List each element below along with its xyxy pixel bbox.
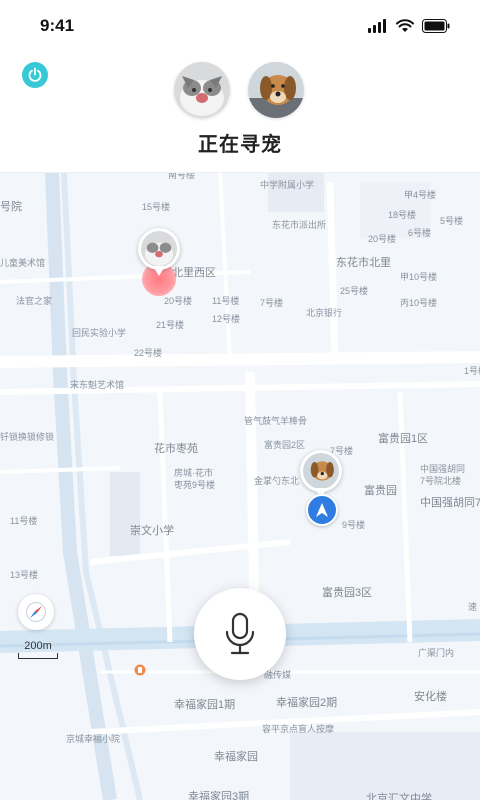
dog-pin[interactable]	[300, 450, 342, 500]
map-view[interactable]: 南号楼 中学附属小学 号院 15号楼 甲4号楼 18号楼 5号楼 东花市派出所 …	[0, 172, 480, 800]
map-label: 钎锁换锁修锁	[0, 432, 55, 442]
map-label: 12号楼	[212, 314, 241, 324]
map-label: 5号楼	[440, 216, 464, 226]
map-label: 7号院北楼	[420, 476, 462, 486]
map-label: 20号楼	[368, 234, 397, 244]
map-label: 管气鼓气羊棒骨	[244, 416, 308, 426]
map-label: 京城幸福小院	[66, 734, 121, 744]
map-label: 甲10号楼	[400, 272, 438, 282]
map-label: 幸福家园1期	[174, 699, 236, 711]
map-label: 丙10号楼	[400, 298, 438, 308]
dog-avatar[interactable]	[248, 62, 304, 118]
map-label: 富贵园1区	[378, 433, 429, 445]
cat-avatar[interactable]	[174, 62, 230, 118]
map-label: 中学附属小学	[260, 180, 315, 190]
cat-pin[interactable]	[138, 228, 180, 278]
map-label: 速	[468, 602, 478, 612]
map-label: 安化楼	[414, 691, 447, 703]
map-label: 7号楼	[260, 298, 284, 308]
map-label: 幸福家园	[214, 751, 258, 763]
dog-pin-avatar	[300, 450, 342, 492]
map-label: 南号楼	[168, 172, 196, 180]
cat-photo	[141, 231, 177, 267]
header: 正在寻宠	[0, 52, 480, 173]
power-button[interactable]	[22, 62, 48, 88]
map-label: 幸福家园2期	[276, 697, 338, 709]
page-title: 正在寻宠	[198, 134, 282, 156]
map-label: 9号楼	[342, 520, 366, 530]
map-label: 花市枣苑	[154, 443, 198, 455]
navigation-arrow-icon	[316, 503, 328, 517]
pet-avatars	[174, 62, 304, 118]
map-label: 13号楼	[10, 570, 39, 580]
map-label: 北京汇文中学	[366, 793, 432, 800]
map-label: 东花市派出所	[272, 220, 327, 230]
map-label: 中国强胡同7	[420, 497, 480, 509]
map-label: 枣苑9号楼	[174, 480, 216, 490]
map-label: 北京银行	[306, 308, 343, 318]
map-label: 22号楼	[134, 348, 163, 358]
map-label: 15号楼	[142, 202, 171, 212]
map-label: 6号楼	[408, 228, 432, 238]
map-label: 东花市北里	[336, 257, 391, 269]
map-label: 11号楼	[212, 296, 240, 306]
map-label: 容平京点盲人按摩	[262, 724, 335, 734]
my-location-marker	[306, 494, 338, 526]
status-time: 9:41	[40, 16, 75, 35]
poi-icon	[134, 664, 146, 676]
map-label: 宋东魁艺术馆	[70, 380, 125, 390]
dog-photo	[248, 62, 304, 118]
map-label: 1号楼	[464, 366, 480, 376]
map-label: 20号楼	[164, 296, 193, 306]
scale-bar	[18, 653, 58, 659]
signal-icon	[368, 19, 386, 33]
map-label: 甲4号楼	[404, 190, 437, 200]
map-label: 法官之家	[16, 296, 53, 306]
status-icons	[368, 16, 450, 36]
compass-icon	[26, 602, 46, 622]
map-label: 崇文小学	[130, 525, 174, 537]
wifi-icon	[396, 19, 414, 32]
map-label: 广渠门内	[418, 648, 455, 658]
map-label: 21号楼	[156, 320, 185, 330]
map-label: 11号楼	[10, 516, 38, 526]
map-label: 富贵园2区	[264, 440, 306, 450]
map-label: 号院	[0, 201, 22, 213]
dog-photo	[303, 453, 339, 489]
map-label: 回民实验小学	[72, 328, 127, 338]
cat-photo	[174, 62, 230, 118]
map-label: 18号楼	[388, 210, 417, 220]
map-base	[0, 172, 480, 800]
battery-icon	[422, 19, 450, 33]
map-scale: 200m	[18, 640, 58, 659]
scale-label: 200m	[24, 640, 52, 652]
map-label: 幸福家园3期	[188, 791, 250, 800]
cat-pin-avatar	[138, 228, 180, 270]
microphone-icon	[225, 612, 255, 655]
map-label: 富贵园	[364, 485, 397, 497]
power-icon	[28, 67, 42, 82]
map-label: 儿童美术馆	[0, 258, 46, 268]
map-label: 富贵园3区	[322, 587, 373, 599]
compass-button[interactable]	[18, 594, 54, 630]
voice-call-button[interactable]	[194, 588, 286, 680]
pin-tail	[153, 266, 165, 276]
map-label: 25号楼	[340, 286, 369, 296]
status-bar: 9:41	[0, 0, 480, 52]
map-label: 金掌勺东北	[254, 476, 300, 486]
